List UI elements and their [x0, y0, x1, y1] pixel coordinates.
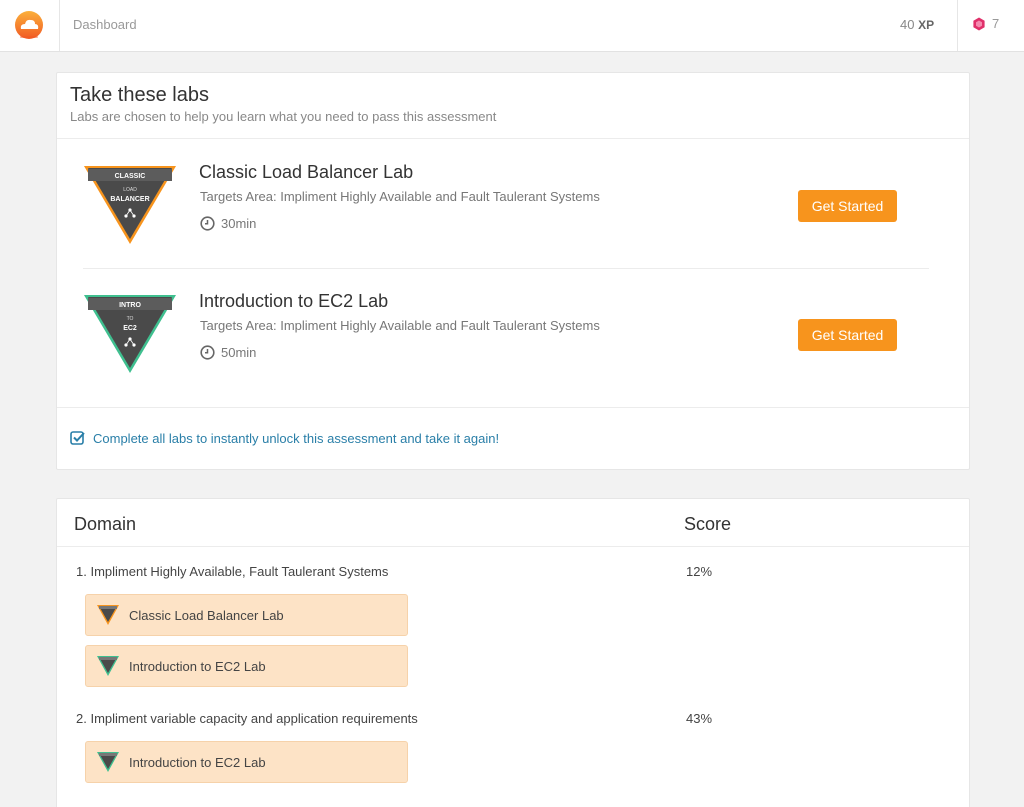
domain-lab-name: Introduction to EC2 Lab: [129, 659, 266, 674]
lab-duration: 30min: [200, 216, 256, 231]
classic-load-balancer-badge-icon: CLASSIC LOAD BALANCER: [84, 166, 176, 244]
labs-panel-subtitle: Labs are chosen to help you learn what y…: [70, 109, 497, 124]
checkbox-checked-icon: [70, 431, 85, 445]
unlock-row: Complete all labs to instantly unlock th…: [57, 407, 969, 470]
lab-badge-icon: [97, 752, 119, 772]
badge-bottom-text: EC2: [123, 325, 137, 332]
labs-panel-header: Take these labs Labs are chosen to help …: [57, 73, 969, 139]
lab-title[interactable]: Classic Load Balancer Lab: [199, 162, 413, 183]
unlock-message: Complete all labs to instantly unlock th…: [70, 430, 499, 446]
domain-lab-chip[interactable]: Introduction to EC2 Lab: [85, 645, 408, 687]
labs-panel: Take these labs Labs are chosen to help …: [56, 72, 970, 470]
xp-counter: 40 XP: [900, 17, 934, 32]
badge-top-text: CLASSIC: [115, 173, 146, 180]
badge-mid-text: LOAD: [123, 187, 137, 193]
domain-name: 2. Impliment variable capacity and appli…: [76, 711, 418, 726]
logo[interactable]: [0, 0, 60, 51]
column-header-score: Score: [684, 514, 732, 534]
clock-icon: [200, 216, 215, 231]
lab-duration-text: 30min: [221, 216, 257, 231]
domain-name: 1. Impliment Highly Available, Fault Tau…: [76, 564, 389, 579]
domain-lab-name: Introduction to EC2 Lab: [129, 755, 266, 770]
lab-row-intro-ec2: INTRO TO EC2 Introduction to EC2 Lab Tar…: [57, 269, 969, 397]
gem-count: 7: [992, 16, 1000, 31]
unlock-text: Complete all labs to instantly unlock th…: [93, 431, 500, 446]
lab-target-area: Targets Area: Impliment Highly Available…: [200, 189, 600, 204]
domain-score: 12%: [686, 564, 713, 579]
xp-value: 40: [900, 17, 915, 32]
column-header-domain: Domain: [74, 514, 137, 534]
lab-badge-icon: [97, 605, 119, 625]
cloud-logo-icon: [15, 11, 43, 39]
topbar-divider: [957, 0, 958, 51]
intro-ec2-badge-icon: INTRO TO EC2: [84, 295, 176, 373]
get-started-button[interactable]: Get Started: [798, 190, 897, 222]
gem-icon: [973, 17, 985, 31]
badge-top-text: INTRO: [119, 302, 141, 309]
top-bar: Dashboard 40 XP 7: [0, 0, 1024, 52]
get-started-button[interactable]: Get Started: [798, 319, 897, 351]
lab-target-area: Targets Area: Impliment Highly Available…: [200, 318, 600, 333]
domain-score-table: Domain Score 1. Impliment Highly Availab…: [56, 498, 970, 807]
breadcrumb[interactable]: Dashboard: [73, 17, 137, 32]
badge-bottom-text: BALANCER: [110, 196, 149, 203]
lab-title[interactable]: Introduction to EC2 Lab: [199, 291, 388, 312]
lab-badge-icon: [97, 656, 119, 676]
table-header: Domain Score: [57, 499, 969, 547]
gem-counter[interactable]: 7: [972, 16, 999, 31]
badge-mid-text: TO: [127, 316, 134, 322]
domain-lab-chip[interactable]: Classic Load Balancer Lab: [85, 594, 408, 636]
lab-row-classic-load-balancer: CLASSIC LOAD BALANCER Classic Load Balan…: [57, 140, 969, 268]
domain-lab-chip[interactable]: Introduction to EC2 Lab: [85, 741, 408, 783]
lab-duration-text: 50min: [221, 345, 257, 360]
lab-duration: 50min: [200, 345, 256, 360]
labs-panel-title: Take these labs: [70, 84, 209, 106]
xp-unit: XP: [918, 18, 935, 32]
clock-icon: [200, 345, 215, 360]
domain-lab-name: Classic Load Balancer Lab: [129, 608, 284, 623]
domain-score: 43%: [686, 711, 713, 726]
